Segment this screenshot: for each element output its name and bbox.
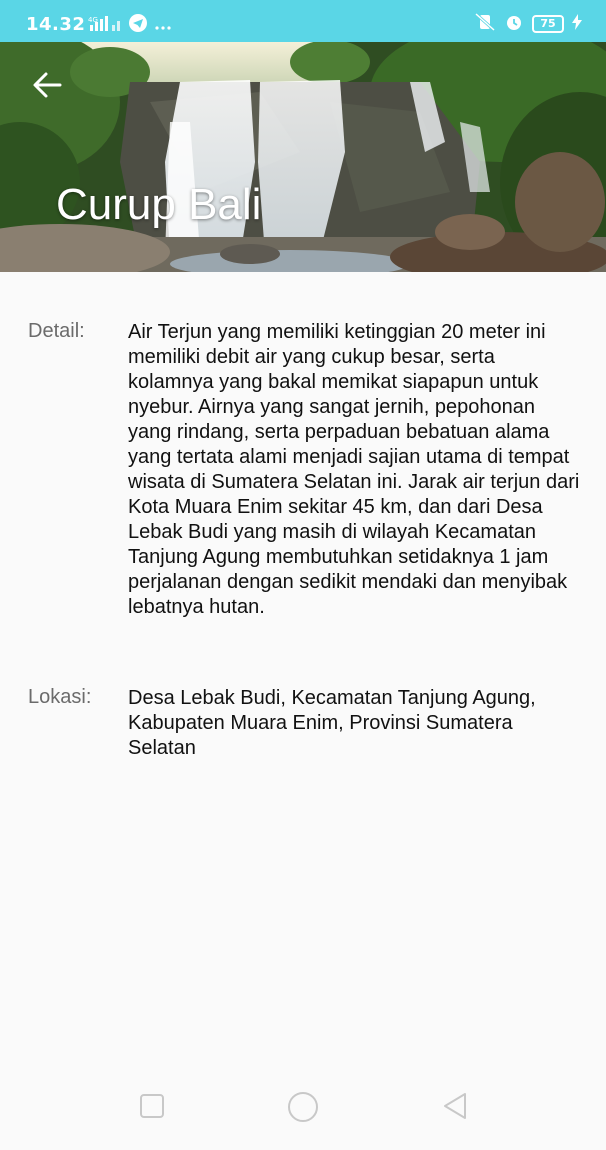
status-bar: 14.32 4G 75 — [0, 0, 606, 42]
home-button[interactable] — [286, 1090, 320, 1128]
status-right-icons: 75 — [474, 12, 582, 36]
waterfall-photo — [0, 42, 606, 272]
back-triangle-icon — [444, 1093, 466, 1119]
home-icon — [288, 1092, 318, 1122]
page-title: Curup Bali — [56, 180, 262, 229]
status-left-icons: 4G — [88, 13, 172, 37]
navigation-bar — [0, 1070, 606, 1150]
detail-text: Air Terjun yang memiliki ketinggian 20 m… — [128, 321, 580, 618]
back-button[interactable] — [30, 70, 66, 100]
alarm-icon — [504, 12, 524, 36]
location-label: Lokasi: — [28, 686, 92, 708]
location-text: Desa Lebak Budi, Kecamatan Tanjung Agung… — [128, 687, 536, 759]
status-time: 14.32 — [26, 14, 86, 35]
recent-apps-button[interactable] — [138, 1092, 166, 1124]
recent-apps-icon — [140, 1094, 164, 1118]
battery-icon: 75 — [532, 15, 564, 33]
detail-label: Detail: — [28, 320, 85, 342]
telegram-icon — [128, 13, 148, 37]
arrow-left-icon — [33, 72, 62, 98]
system-back-button[interactable] — [440, 1090, 470, 1126]
charging-icon — [572, 14, 582, 34]
more-dots-icon — [154, 16, 172, 35]
signal-icon: 4G — [88, 15, 122, 35]
mute-icon — [474, 12, 496, 36]
header-image — [0, 42, 606, 272]
